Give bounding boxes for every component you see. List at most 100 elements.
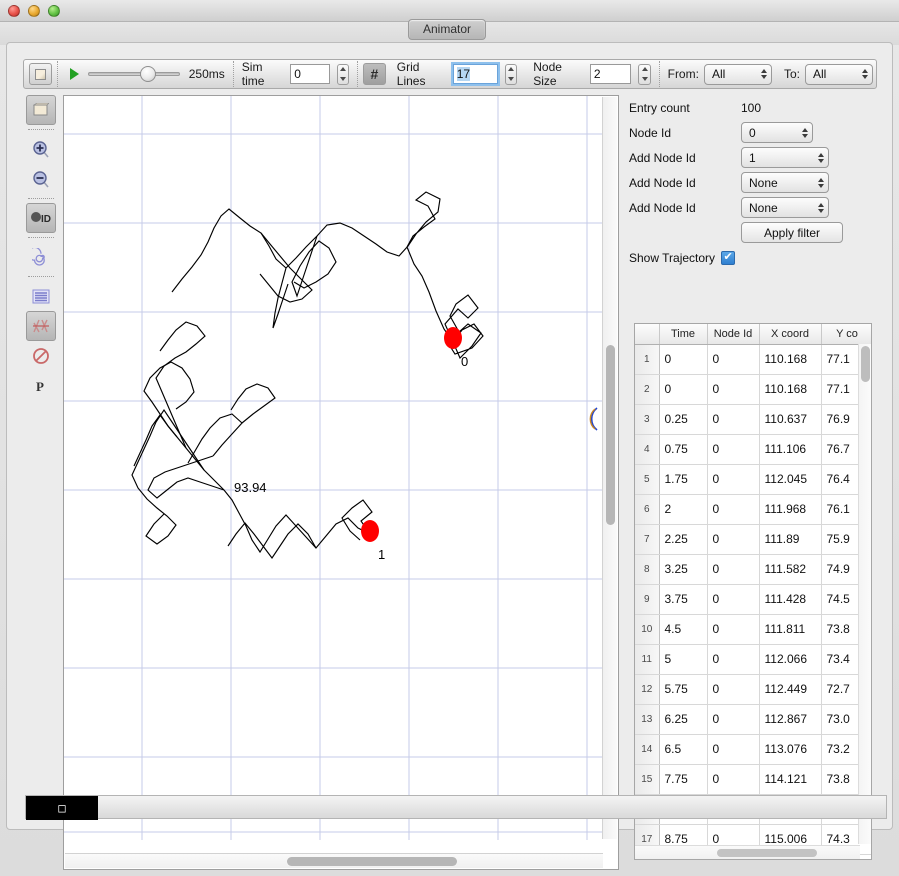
- table-row[interactable]: 51.750112.04576.4: [635, 464, 872, 494]
- show-trajectory-checkbox[interactable]: ✔: [721, 251, 735, 265]
- node-id-tool[interactable]: ID: [26, 203, 56, 233]
- entries-table: Time Node Id X coord Y co 100110.16877.1…: [635, 324, 872, 855]
- add-node-id-select-1[interactable]: 1: [741, 147, 829, 168]
- cell-time: 7.75: [659, 764, 707, 794]
- stepper-up-icon[interactable]: [340, 67, 346, 71]
- cell-rownum: 5: [635, 464, 659, 494]
- cell-nodeid: 0: [707, 614, 759, 644]
- minimize-button[interactable]: [28, 5, 40, 17]
- broken-link-icon: [31, 317, 51, 335]
- packet-tool[interactable]: P: [26, 371, 56, 401]
- packet-list-tool[interactable]: [26, 281, 56, 311]
- table-header: Time Node Id X coord Y co: [635, 324, 872, 344]
- speed-slider[interactable]: [88, 66, 180, 82]
- no-entry-tool[interactable]: [26, 341, 56, 371]
- cell-time: 0: [659, 344, 707, 374]
- canvas-horizontal-scrollbar[interactable]: [65, 853, 603, 868]
- add-node-id-value-1: 1: [749, 151, 756, 165]
- toolbar-divider: [57, 61, 58, 87]
- sim-time-stepper[interactable]: [337, 64, 349, 85]
- stepper-down-icon[interactable]: [508, 77, 514, 81]
- table-row[interactable]: 620111.96876.1: [635, 494, 872, 524]
- grid-lines-value: 17: [457, 67, 470, 81]
- stepper-up-icon[interactable]: [642, 67, 648, 71]
- col-header-xcoord[interactable]: X coord: [759, 324, 821, 344]
- node-size-stepper[interactable]: [638, 64, 650, 85]
- table-row[interactable]: 200110.16877.1: [635, 374, 872, 404]
- node-marker[interactable]: [444, 327, 462, 349]
- filter-pane: Entry count 100 Node Id 0 Add Node Id 1 …: [629, 95, 881, 270]
- table-vertical-scrollbar[interactable]: [858, 344, 871, 844]
- close-button[interactable]: [8, 5, 20, 17]
- table-row[interactable]: 1150112.06673.4: [635, 644, 872, 674]
- zoom-out-tool[interactable]: [26, 164, 56, 194]
- table-header-row: Time Node Id X coord Y co: [635, 324, 872, 344]
- add-node-id-label: Add Node Id: [629, 201, 741, 215]
- cell-time: 2: [659, 494, 707, 524]
- grid-lines-input[interactable]: 17: [453, 64, 498, 84]
- add-node-id-label: Add Node Id: [629, 151, 741, 165]
- maximize-button[interactable]: [48, 5, 60, 17]
- table-vertical-scroll-thumb[interactable]: [861, 346, 870, 382]
- add-node-id-select-2[interactable]: None: [741, 172, 829, 193]
- zoom-in-tool[interactable]: [26, 134, 56, 164]
- table-row[interactable]: 30.250110.63776.9: [635, 404, 872, 434]
- apply-filter-button[interactable]: Apply filter: [741, 222, 843, 243]
- snapshot-button[interactable]: [29, 63, 52, 85]
- table-row[interactable]: 40.750111.10676.7: [635, 434, 872, 464]
- cell-xcoord: 111.89: [759, 524, 821, 554]
- canvas-vertical-scrollbar[interactable]: [602, 97, 617, 839]
- stepper-down-icon[interactable]: [642, 77, 648, 81]
- drop-packets-tool[interactable]: [26, 311, 56, 341]
- node-id-select[interactable]: 0: [741, 122, 813, 143]
- table-row[interactable]: 146.50113.07673.2: [635, 734, 872, 764]
- sim-time-input[interactable]: 0: [290, 64, 330, 84]
- play-icon[interactable]: [70, 68, 79, 80]
- table-row[interactable]: 83.250111.58274.9: [635, 554, 872, 584]
- grid-toggle-button[interactable]: #: [363, 63, 386, 85]
- table-row[interactable]: 157.750114.12173.8: [635, 764, 872, 794]
- node-marker[interactable]: [361, 520, 379, 542]
- stepper-down-icon[interactable]: [340, 77, 346, 81]
- table-row[interactable]: 136.250112.86773.0: [635, 704, 872, 734]
- to-select[interactable]: All: [805, 64, 873, 85]
- cell-rownum: 13: [635, 704, 659, 734]
- to-value: All: [813, 67, 826, 81]
- cell-nodeid: 0: [707, 584, 759, 614]
- node-size-input[interactable]: 2: [590, 64, 632, 84]
- from-select[interactable]: All: [704, 64, 772, 85]
- table-row[interactable]: 104.50111.81173.8: [635, 614, 872, 644]
- speed-slider-knob[interactable]: [140, 66, 156, 82]
- toolbar: 250ms Sim time 0 # Grid Lines: [23, 59, 877, 89]
- rail-divider: [28, 198, 54, 199]
- canvas-vertical-scroll-thumb[interactable]: [606, 345, 615, 525]
- add-node-id-select-3[interactable]: None: [741, 197, 829, 218]
- animation-canvas[interactable]: 01 93.94: [63, 95, 619, 870]
- data-table[interactable]: Time Node Id X coord Y co 100110.16877.1…: [634, 323, 872, 860]
- canvas-horizontal-scroll-thumb[interactable]: [287, 857, 457, 866]
- table-row[interactable]: 100110.16877.1: [635, 344, 872, 374]
- table-horizontal-scroll-thumb[interactable]: [717, 849, 817, 857]
- cell-xcoord: 111.811: [759, 614, 821, 644]
- status-indicator: □: [26, 796, 98, 820]
- col-header-nodeid[interactable]: Node Id: [707, 324, 759, 344]
- tab-animator[interactable]: Animator: [408, 19, 486, 40]
- check-icon: ✔: [723, 252, 732, 263]
- col-header-rownum[interactable]: [635, 324, 659, 344]
- trajectory-plot[interactable]: 01 93.94: [64, 96, 604, 840]
- spiral-icon: [32, 248, 50, 266]
- cell-nodeid: 0: [707, 704, 759, 734]
- table-row[interactable]: 72.250111.8975.9: [635, 524, 872, 554]
- stepper-up-icon[interactable]: [508, 67, 514, 71]
- grid-lines-stepper[interactable]: [505, 64, 517, 85]
- table-horizontal-scrollbar[interactable]: [635, 845, 860, 859]
- table-row[interactable]: 93.750111.42874.5: [635, 584, 872, 614]
- select-rect-tool[interactable]: [26, 95, 56, 125]
- col-header-time[interactable]: Time: [659, 324, 707, 344]
- table-row[interactable]: 125.750112.44972.7: [635, 674, 872, 704]
- cell-rownum: 11: [635, 644, 659, 674]
- col-header-ycoord[interactable]: Y co: [821, 324, 872, 344]
- cell-rownum: 7: [635, 524, 659, 554]
- trajectory-tool[interactable]: [26, 242, 56, 272]
- sim-time-group: Sim time 0: [239, 60, 352, 88]
